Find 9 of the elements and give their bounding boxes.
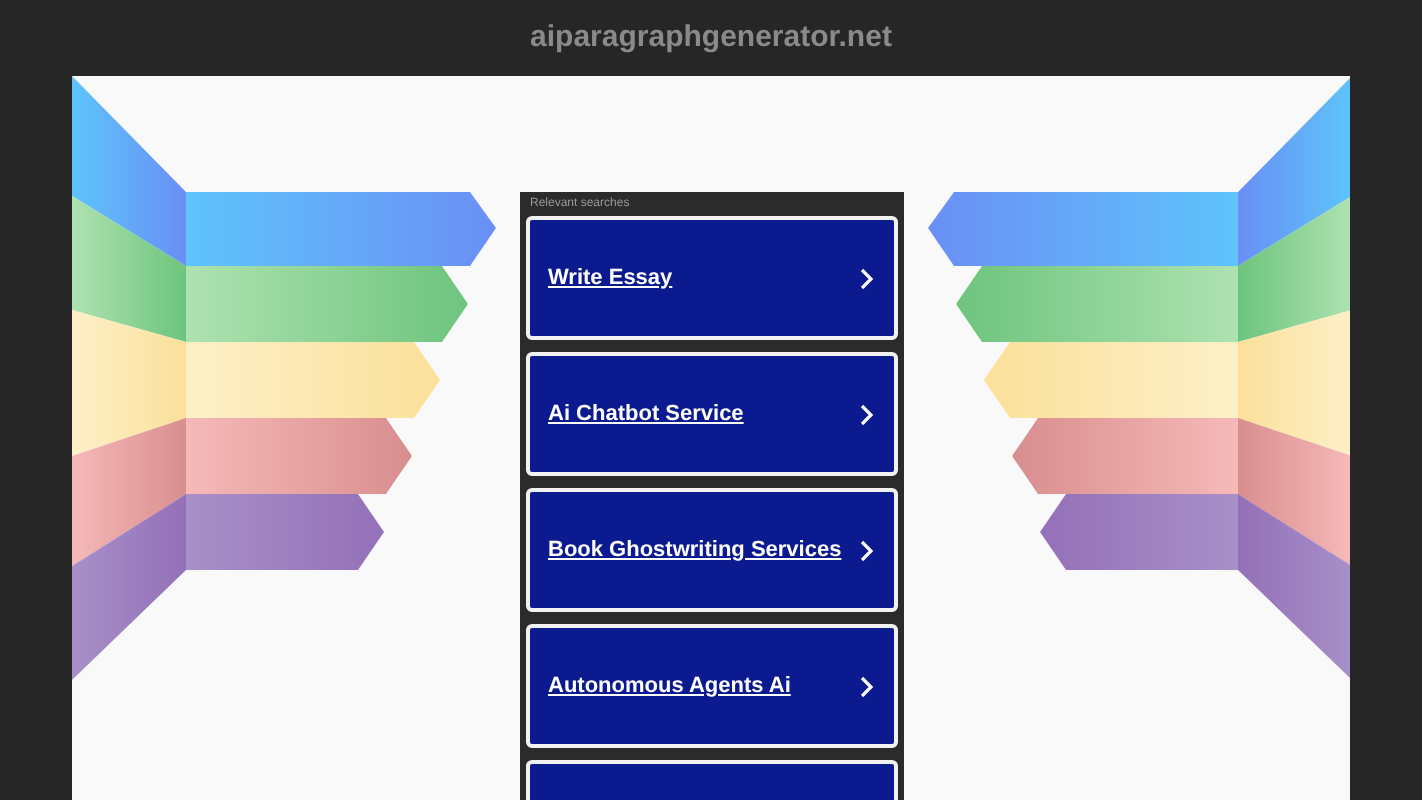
chevron-right-icon (860, 539, 874, 561)
search-link[interactable]: Ai Chatbot Service (526, 352, 898, 476)
chevron-right-icon (860, 403, 874, 425)
search-link[interactable]: Book Ghostwriting Services (526, 488, 898, 612)
search-link[interactable]: Write Essay (526, 216, 898, 340)
chevron-right-icon (860, 267, 874, 289)
chevron-right-icon (860, 675, 874, 697)
site-domain: aiparagraphgenerator.net (530, 17, 892, 58)
search-link[interactable]: Autonomous Agents Ai (526, 624, 898, 748)
